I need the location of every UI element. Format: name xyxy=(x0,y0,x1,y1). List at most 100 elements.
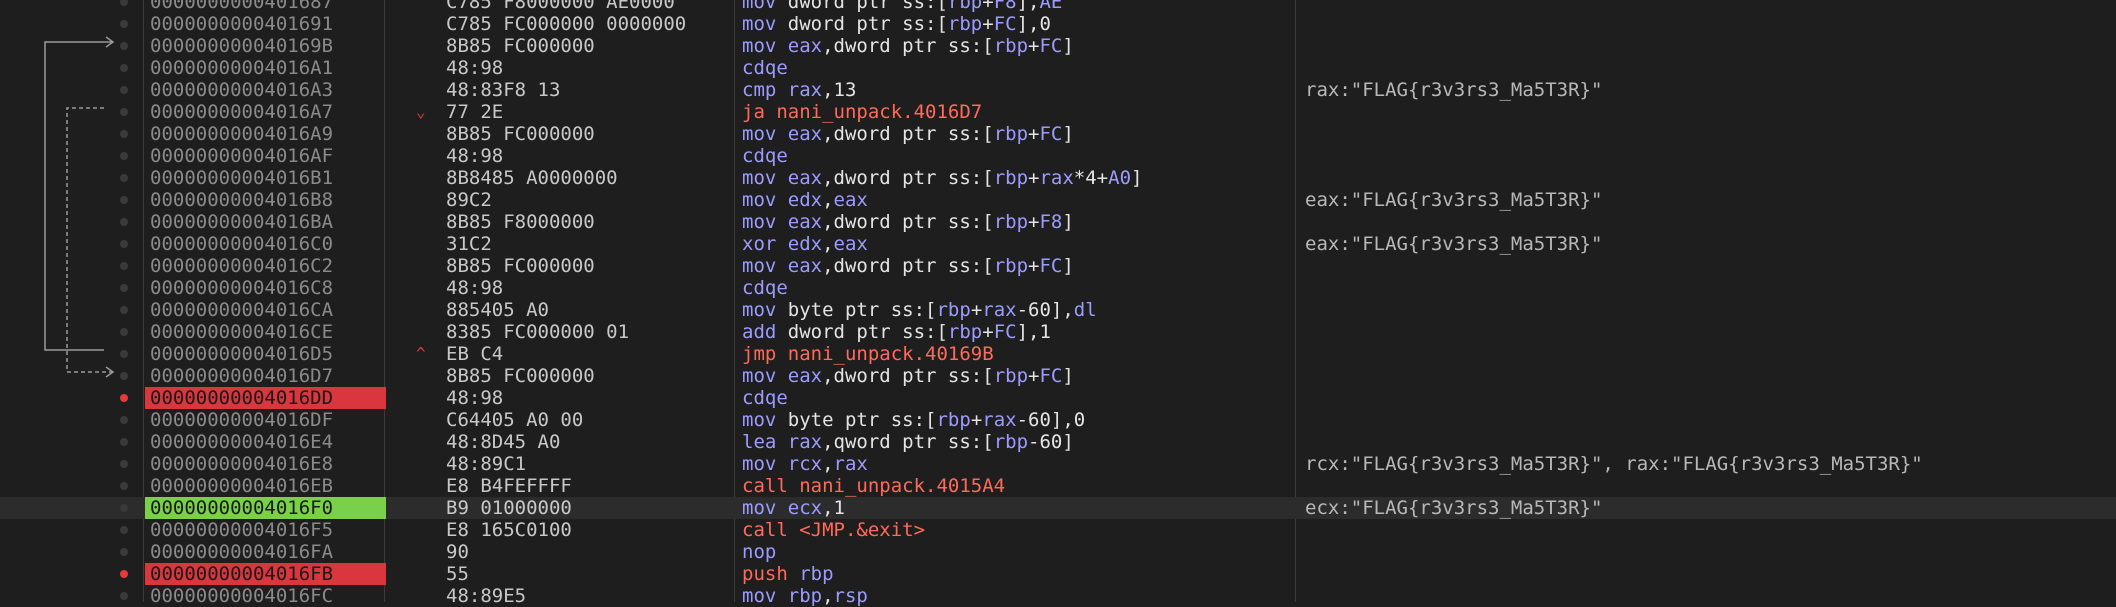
instruction-address[interactable]: 00000000004016BA xyxy=(145,211,386,233)
instruction-disassembly[interactable]: cdqe xyxy=(742,277,1292,299)
breakpoint-slot-icon[interactable] xyxy=(120,20,128,28)
instruction-row[interactable]: 00000000004016DD 48:98 cdqe xyxy=(0,387,2116,409)
breakpoint-slot-icon[interactable] xyxy=(120,262,128,270)
instruction-disassembly[interactable]: mov byte ptr ss:[rbp+rax-60],0 xyxy=(742,409,1292,431)
instruction-address[interactable]: 00000000004016FC xyxy=(145,585,386,607)
breakpoint-slot-icon[interactable] xyxy=(120,152,128,160)
breakpoint-slot-icon[interactable] xyxy=(120,460,128,468)
instruction-disassembly[interactable]: nop xyxy=(742,541,1292,563)
breakpoint-slot-icon[interactable] xyxy=(120,372,128,380)
instruction-disassembly[interactable]: jmp nani_unpack.40169B xyxy=(742,343,1292,365)
instruction-disassembly[interactable]: cdqe xyxy=(742,145,1292,167)
instruction-row[interactable]: 00000000004016AF 48:98 cdqe xyxy=(0,145,2116,167)
instruction-row[interactable]: 00000000004016E4 48:8D45 A0 lea rax,qword … xyxy=(0,431,2116,453)
instruction-row[interactable]: 00000000004016A9 8B85 FC000000 mov eax,dwo… xyxy=(0,123,2116,145)
instruction-disassembly[interactable]: mov dword ptr ss:[rbp+F8],AE xyxy=(742,0,1292,13)
instruction-address[interactable]: 00000000004016A9 xyxy=(145,123,386,145)
instruction-disassembly[interactable]: cdqe xyxy=(742,387,1292,409)
breakpoint-slot-icon[interactable] xyxy=(120,350,128,358)
instruction-disassembly[interactable]: mov eax,dword ptr ss:[rbp+rax*4+A0] xyxy=(742,167,1292,189)
instruction-disassembly[interactable]: cdqe xyxy=(742,57,1292,79)
instruction-address[interactable]: 00000000004016CE xyxy=(145,321,386,343)
breakpoint-slot-icon[interactable] xyxy=(120,86,128,94)
instruction-address[interactable]: 000000000040169B xyxy=(145,35,386,57)
instruction-address[interactable]: 00000000004016DF xyxy=(145,409,386,431)
instruction-address[interactable]: 00000000004016D7 xyxy=(145,365,386,387)
instruction-row[interactable]: 00000000004016FB 55 push rbp xyxy=(0,563,2116,585)
breakpoint-slot-icon[interactable] xyxy=(120,174,128,182)
instruction-address[interactable]: 00000000004016CA xyxy=(145,299,386,321)
instruction-address[interactable]: 00000000004016E8 xyxy=(145,453,386,475)
breakpoint-slot-icon[interactable] xyxy=(120,64,128,72)
instruction-disassembly[interactable]: mov ecx,1 xyxy=(742,497,1292,519)
breakpoint-slot-icon[interactable] xyxy=(120,438,128,446)
instruction-address[interactable]: 00000000004016A3 xyxy=(145,79,386,101)
breakpoint-slot-icon[interactable] xyxy=(120,482,128,490)
instruction-address[interactable]: 00000000004016A1 xyxy=(145,57,386,79)
breakpoint-slot-icon[interactable] xyxy=(120,196,128,204)
instruction-row[interactable]: 00000000004016A3 48:83F8 13 cmp rax,13 rax:… xyxy=(0,79,2116,101)
instruction-disassembly[interactable]: xor edx,eax xyxy=(742,233,1292,255)
instruction-row[interactable]: 00000000004016A1 48:98 cdqe xyxy=(0,57,2116,79)
instruction-disassembly[interactable]: mov edx,eax xyxy=(742,189,1292,211)
breakpoint-slot-icon[interactable] xyxy=(120,306,128,314)
instruction-row[interactable]: 00000000004016C0 31C2 xor edx,eax eax:"FLAG… xyxy=(0,233,2116,255)
instruction-comment[interactable]: rcx:"FLAG{r3v3rs3_Ma5T3R}", rax:"FLAG{r3… xyxy=(1305,453,1923,475)
breakpoint-slot-icon[interactable] xyxy=(120,284,128,292)
breakpoint-slot-icon[interactable] xyxy=(120,416,128,424)
instruction-address[interactable]: 00000000004016C8 xyxy=(145,277,386,299)
instruction-address[interactable]: 00000000004016C2 xyxy=(145,255,386,277)
breakpoint-slot-icon[interactable] xyxy=(120,548,128,556)
breakpoint-slot-icon[interactable] xyxy=(120,218,128,226)
instruction-comment[interactable]: rax:"FLAG{r3v3rs3_Ma5T3R}" xyxy=(1305,79,1602,101)
breakpoint-slot-icon[interactable] xyxy=(120,42,128,50)
instruction-row[interactable]: 00000000004016CA 885405 A0 mov byte ptr ss… xyxy=(0,299,2116,321)
instruction-address[interactable]: 00000000004016D5 xyxy=(145,343,386,365)
instruction-disassembly[interactable]: mov eax,dword ptr ss:[rbp+F8] xyxy=(742,211,1292,233)
instruction-comment[interactable]: eax:"FLAG{r3v3rs3_Ma5T3R}" xyxy=(1305,189,1602,211)
breakpoint-slot-icon[interactable] xyxy=(120,526,128,534)
instruction-disassembly[interactable]: cmp rax,13 xyxy=(742,79,1292,101)
breakpoint-slot-icon[interactable] xyxy=(120,0,128,6)
instruction-disassembly[interactable]: mov byte ptr ss:[rbp+rax-60],dl xyxy=(742,299,1292,321)
instruction-address[interactable]: 00000000004016EB xyxy=(145,475,386,497)
instruction-address[interactable]: 00000000004016DD xyxy=(145,387,386,409)
instruction-row[interactable]: 00000000004016DF C64405 A0 00 mov byte ptr… xyxy=(0,409,2116,431)
instruction-row[interactable]: 00000000004016CE 8385 FC000000 01 add dwor… xyxy=(0,321,2116,343)
instruction-row[interactable]: 00000000004016A7 ⌄ 77 2E ja nani_unpack.401… xyxy=(0,101,2116,123)
instruction-disassembly[interactable]: mov eax,dword ptr ss:[rbp+FC] xyxy=(742,123,1292,145)
instruction-row[interactable]: 000000000040169B 8B85 FC000000 mov eax,dwo… xyxy=(0,35,2116,57)
breakpoint-slot-icon[interactable] xyxy=(120,240,128,248)
instruction-row[interactable]: 00000000004016EB E8 B4FEFFFF call nani_unp… xyxy=(0,475,2116,497)
instruction-row[interactable]: 0000000000401691 C785 FC000000 0000000 mov… xyxy=(0,13,2116,35)
instruction-disassembly[interactable]: ja nani_unpack.4016D7 xyxy=(742,101,1292,123)
instruction-disassembly[interactable]: push rbp xyxy=(742,563,1292,585)
instruction-address[interactable]: 00000000004016FA xyxy=(145,541,386,563)
breakpoint-slot-icon[interactable] xyxy=(120,504,128,512)
instruction-disassembly[interactable]: add dword ptr ss:[rbp+FC],1 xyxy=(742,321,1292,343)
instruction-address[interactable]: 00000000004016FB xyxy=(145,563,386,585)
instruction-row[interactable]: 00000000004016BA 8B85 F8000000 mov eax,dwo… xyxy=(0,211,2116,233)
breakpoint-slot-icon[interactable] xyxy=(120,592,128,600)
instruction-row[interactable]: 00000000004016B1 8B8485 A0000000 mov eax,d… xyxy=(0,167,2116,189)
instruction-comment[interactable]: ecx:"FLAG{r3v3rs3_Ma5T3R}" xyxy=(1305,497,1602,519)
instruction-address[interactable]: 00000000004016AF xyxy=(145,145,386,167)
instruction-comment[interactable]: eax:"FLAG{r3v3rs3_Ma5T3R}" xyxy=(1305,233,1602,255)
instruction-row[interactable]: 00000000004016E8 48:89C1 mov rcx,rax rcx:"F… xyxy=(0,453,2116,475)
instruction-row[interactable]: 0000000000401687 C785 F8000000 AE0000 mov … xyxy=(0,0,2116,13)
instruction-row[interactable]: 00000000004016B8 89C2 mov edx,eax eax:"FLAG… xyxy=(0,189,2116,211)
instruction-address[interactable]: 00000000004016A7 xyxy=(145,101,386,123)
instruction-row[interactable]: 00000000004016C2 8B85 FC000000 mov eax,dwo… xyxy=(0,255,2116,277)
instruction-row[interactable]: 00000000004016D5 ^ EB C4 jmp nani_unpack.40… xyxy=(0,343,2116,365)
instruction-disassembly[interactable]: mov eax,dword ptr ss:[rbp+FC] xyxy=(742,35,1292,57)
instruction-row[interactable]: 00000000004016D7 8B85 FC000000 mov eax,dwo… xyxy=(0,365,2116,387)
breakpoint-slot-icon[interactable] xyxy=(120,328,128,336)
instruction-address[interactable]: 0000000000401691 xyxy=(145,13,386,35)
instruction-row[interactable]: 00000000004016C8 48:98 cdqe xyxy=(0,277,2116,299)
instruction-row[interactable]: 00000000004016FA 90 nop xyxy=(0,541,2116,563)
breakpoint-icon[interactable] xyxy=(120,570,128,578)
instruction-row[interactable]: 00000000004016F0 B9 01000000 mov ecx,1 ecx:… xyxy=(0,497,2116,519)
breakpoint-slot-icon[interactable] xyxy=(120,130,128,138)
instruction-address[interactable]: 00000000004016F0 xyxy=(145,497,386,519)
breakpoint-icon[interactable] xyxy=(120,394,128,402)
